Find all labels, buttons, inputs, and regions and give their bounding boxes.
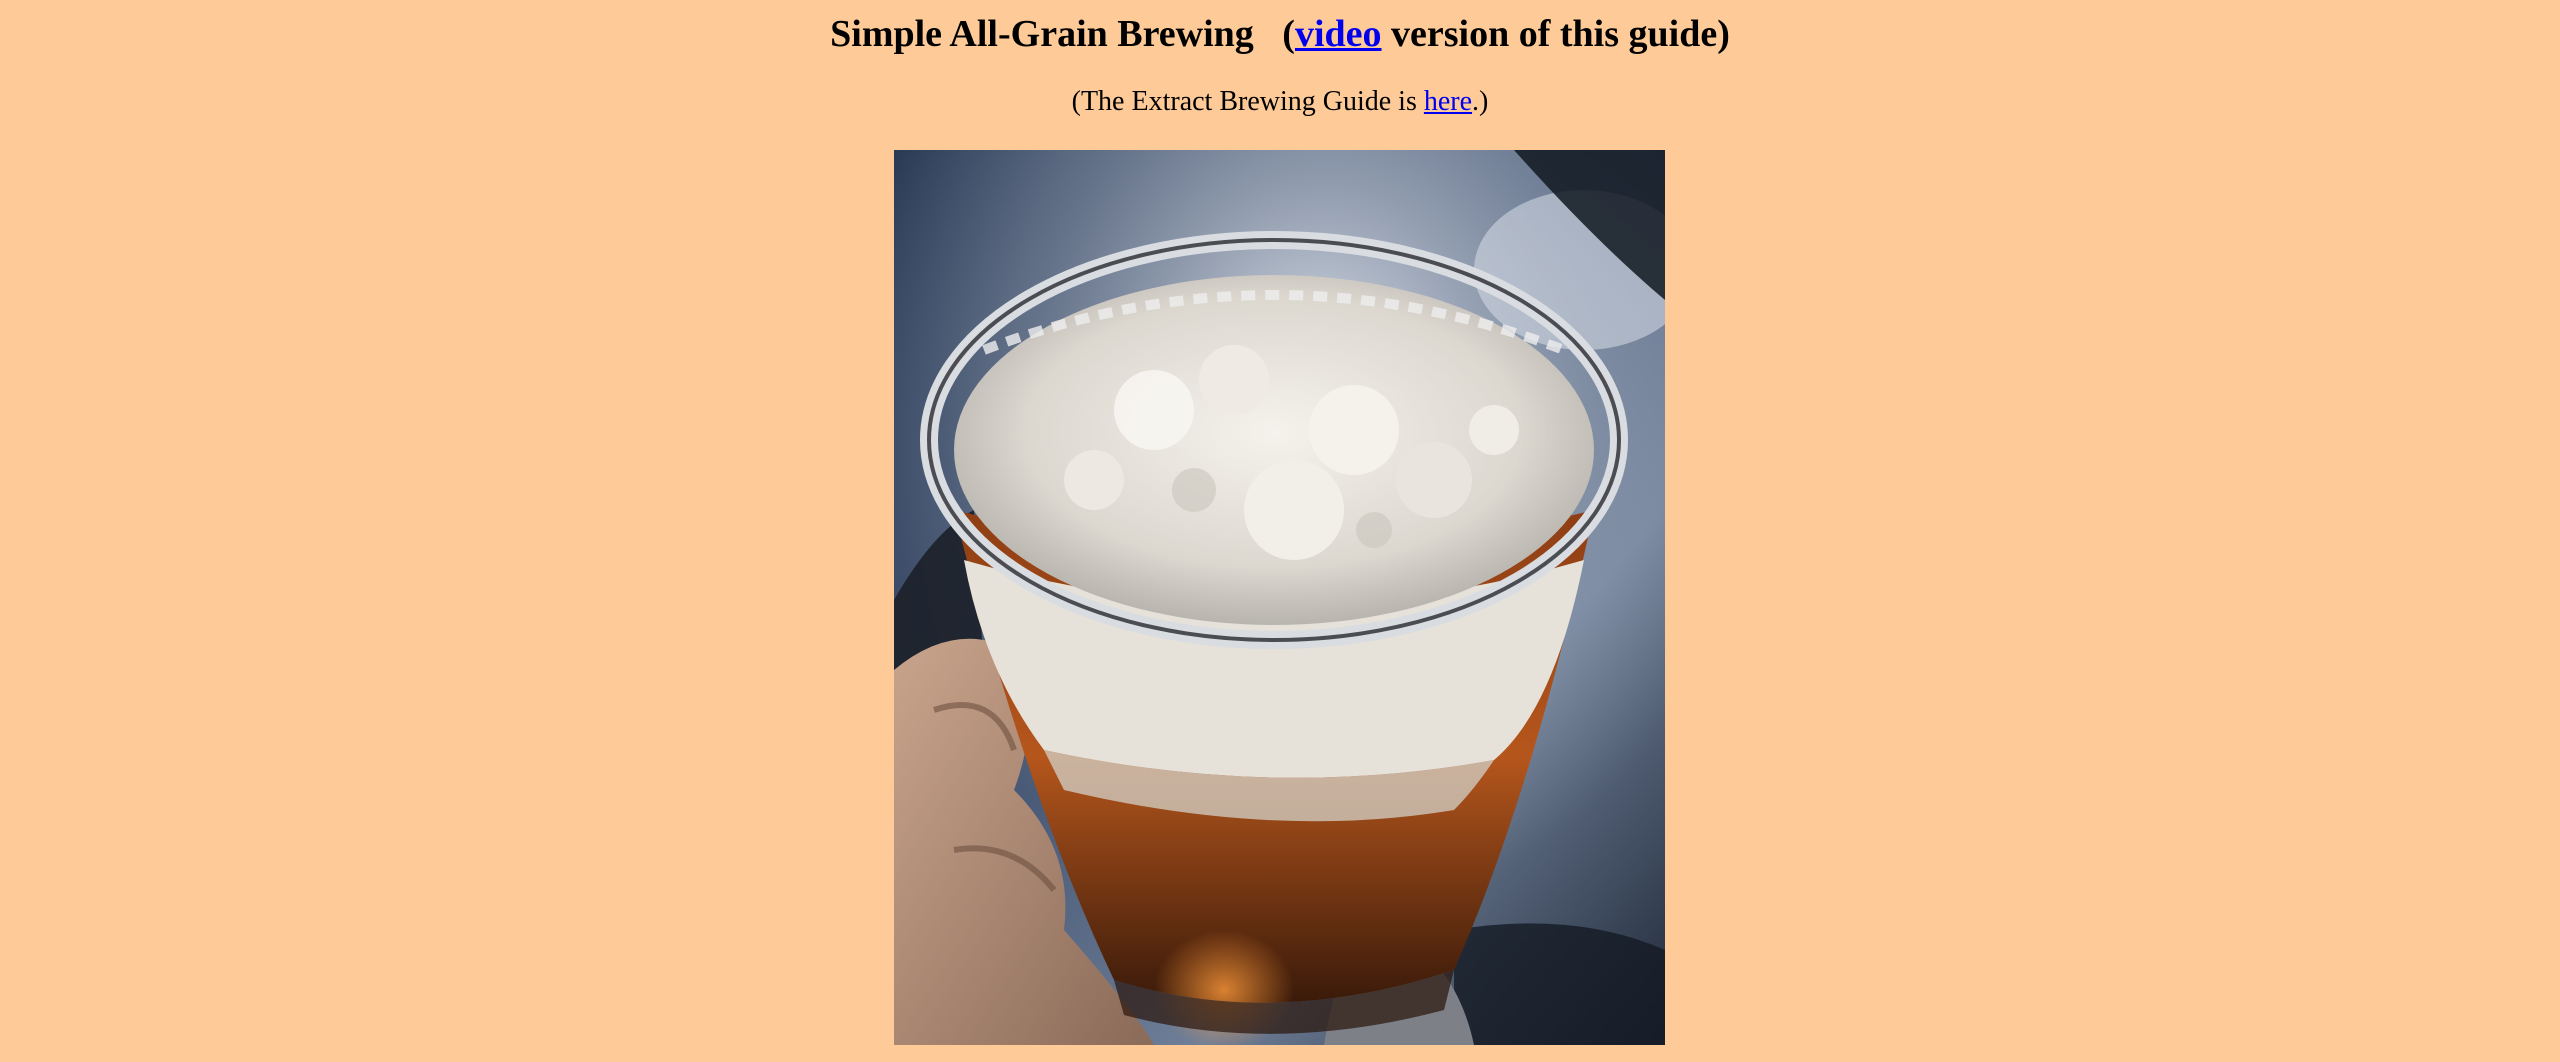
beer-glass-photo xyxy=(894,150,1665,1045)
title-text: Simple All-Grain Brewing xyxy=(830,13,1254,55)
page: Simple All-Grain Brewing (video version … xyxy=(0,0,2560,1062)
page-title: Simple All-Grain Brewing (video version … xyxy=(0,10,2560,58)
subtitle: (The Extract Brewing Guide is here.) xyxy=(0,84,2560,120)
subtitle-suffix: .) xyxy=(1472,86,1489,117)
title-paren-open: ( xyxy=(1282,13,1295,55)
video-link[interactable]: video xyxy=(1295,13,1382,55)
subtitle-prefix: (The Extract Brewing Guide is xyxy=(1071,86,1424,117)
extract-guide-link[interactable]: here xyxy=(1424,86,1472,117)
title-rest: version of this guide) xyxy=(1381,13,1730,55)
